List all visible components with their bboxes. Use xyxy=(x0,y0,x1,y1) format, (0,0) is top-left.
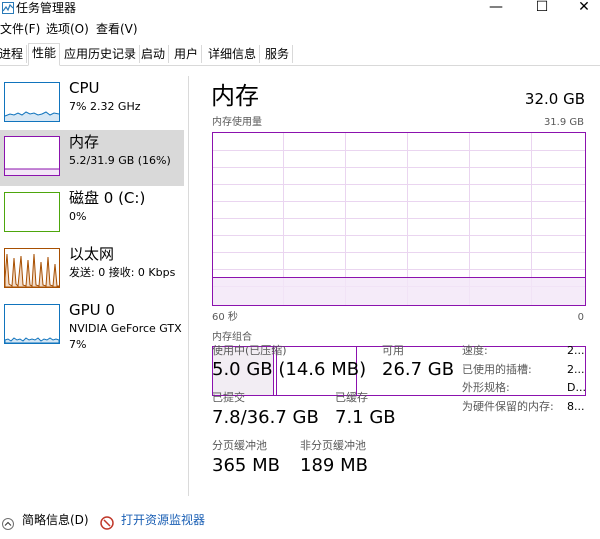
speed-value: 2... xyxy=(567,344,585,357)
page-title: 内存 xyxy=(211,82,259,110)
sidebar-item-disk[interactable]: 磁盘 0 (C:) 0% xyxy=(0,186,184,242)
committed-value: 7.8/36.7 GB xyxy=(212,407,319,428)
paged-pool-value: 365 MB xyxy=(212,455,280,476)
fewer-details-button[interactable]: 简略信息(D) xyxy=(22,508,89,532)
nonpaged-pool-value: 189 MB xyxy=(300,455,368,476)
paged-pool-label: 分页缓冲池 xyxy=(212,439,267,452)
tab-details[interactable]: 详细信息 xyxy=(205,45,261,63)
sidebar-item-label: CPU xyxy=(69,79,100,97)
tab-services[interactable]: 服务 xyxy=(262,45,294,63)
sidebar-item-memory[interactable]: 内存 5.2/31.9 GB (16%) xyxy=(0,130,184,186)
menu-view[interactable]: 查看(V) xyxy=(96,20,138,38)
sidebar-item-detail: NVIDIA GeForce GTX xyxy=(69,322,182,335)
nonpaged-pool-label: 非分页缓冲池 xyxy=(300,439,366,452)
close-icon[interactable]: ✕ xyxy=(564,0,600,18)
resource-monitor-icon[interactable] xyxy=(100,514,114,530)
tab-strip: 进程 性能 应用历史记录 启动 用户 详细信息 服务 xyxy=(0,43,600,66)
in-use-label: 使用中(已压缩) xyxy=(212,344,287,357)
maximize-icon[interactable]: ☐ xyxy=(522,0,562,18)
cached-value: 7.1 GB xyxy=(335,407,396,428)
open-resource-monitor-link[interactable]: 打开资源监视器 xyxy=(121,508,205,532)
slots-label: 已使用的插槽: xyxy=(462,363,532,376)
gpu-thumbnail-graph xyxy=(4,304,60,344)
memory-detail-panel: 内存 32.0 GB 内存使用量 31.9 GB 60 秒 0 内存组合 使用中… xyxy=(200,76,600,496)
window-title: 任务管理器 xyxy=(16,1,77,15)
memory-thumbnail-graph xyxy=(4,136,60,176)
tab-performance[interactable]: 性能 xyxy=(28,43,61,66)
tab-app-history[interactable]: 应用历史记录 xyxy=(61,45,141,63)
slots-value: 2... xyxy=(567,363,585,376)
cpu-thumbnail-graph xyxy=(4,82,60,122)
sidebar-item-label: 磁盘 0 (C:) xyxy=(69,189,146,207)
minimize-icon[interactable]: — xyxy=(476,0,516,18)
tab-processes[interactable]: 进程 xyxy=(0,45,28,63)
sidebar-item-cpu[interactable]: CPU 7% 2.32 GHz xyxy=(0,76,184,132)
in-use-value: 5.0 GB (14.6 MB) xyxy=(212,359,367,380)
tab-startup[interactable]: 启动 xyxy=(138,45,170,63)
sidebar-item-detail: 发送: 0 接收: 0 Kbps xyxy=(69,266,176,279)
ethernet-thumbnail-graph xyxy=(4,248,60,288)
hardware-reserved-value: 8... xyxy=(567,400,585,413)
usage-graph-label: 内存使用量 xyxy=(212,117,262,128)
available-label: 可用 xyxy=(382,344,404,357)
cached-label: 已缓存 xyxy=(335,391,368,404)
sidebar-item-label: 内存 xyxy=(69,133,100,151)
menu-file[interactable]: 文件(F) xyxy=(0,20,40,38)
tab-users[interactable]: 用户 xyxy=(171,45,203,63)
sidebar-item-ethernet[interactable]: 以太网 发送: 0 接收: 0 Kbps xyxy=(0,242,184,298)
total-capacity: 32.0 GB xyxy=(524,90,585,108)
task-manager-icon xyxy=(2,2,14,14)
committed-label: 已提交 xyxy=(212,391,245,404)
available-value: 26.7 GB xyxy=(382,359,455,380)
memory-usage-graph xyxy=(212,132,586,306)
disk-thumbnail-graph xyxy=(4,192,60,232)
axis-right-label: 0 xyxy=(577,312,584,323)
form-factor-label: 外形规格: xyxy=(462,381,510,394)
memory-usage-gridlines xyxy=(213,133,585,305)
composition-label: 内存组合 xyxy=(212,332,252,343)
sidebar-item-detail: 0% xyxy=(69,210,87,223)
form-factor-value: D... xyxy=(567,381,586,394)
speed-label: 速度: xyxy=(462,344,488,357)
usage-graph-max: 31.9 GB xyxy=(543,117,584,128)
title-bar: 任务管理器 — ☐ ✕ xyxy=(0,0,600,18)
sidebar-item-label: 以太网 xyxy=(69,245,115,263)
footer-bar: 简略信息(D) 打开资源监视器 xyxy=(0,508,600,532)
resource-sidebar: CPU 7% 2.32 GHz 内存 5.2/31.9 GB (16%) 磁盘 … xyxy=(0,76,189,496)
sidebar-item-detail: 5.2/31.9 GB (16%) xyxy=(69,154,171,167)
collapse-icon[interactable] xyxy=(2,514,14,530)
sidebar-item-label: GPU 0 xyxy=(69,301,115,319)
menu-options[interactable]: 选项(O) xyxy=(46,20,89,38)
hardware-reserved-label: 为硬件保留的内存: xyxy=(462,400,554,413)
sidebar-item-detail-2: 7% xyxy=(69,338,87,351)
axis-left-label: 60 秒 xyxy=(212,312,238,323)
sidebar-item-detail: 7% 2.32 GHz xyxy=(69,100,141,113)
sidebar-item-gpu[interactable]: GPU 0 NVIDIA GeForce GTX 7% xyxy=(0,298,184,362)
